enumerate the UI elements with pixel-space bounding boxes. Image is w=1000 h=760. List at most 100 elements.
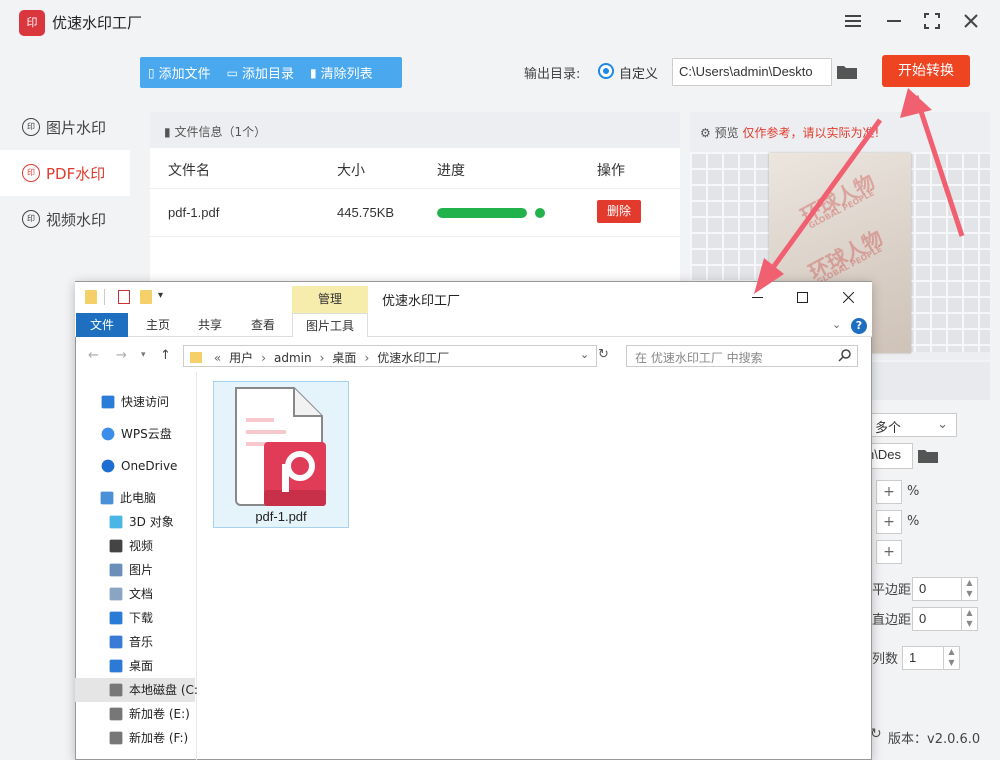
add-folder-button[interactable]: ▭ 添加目录: [219, 57, 302, 88]
watermark-icon: 印: [22, 118, 40, 136]
folder-icon[interactable]: [918, 448, 938, 463]
h-margin-label: 平边距: [872, 583, 912, 598]
tab-picture-tools[interactable]: 图片工具: [292, 313, 368, 337]
nav-item-label: OneDrive: [121, 459, 178, 473]
tab-share[interactable]: 共享: [190, 313, 230, 337]
progress-fill: [437, 208, 527, 218]
file-size-cell: 445.75KB: [337, 205, 395, 220]
new-folder-icon[interactable]: [140, 290, 152, 304]
sidebar-item-pdf-watermark[interactable]: 印 PDF水印: [0, 150, 130, 196]
delete-button[interactable]: 删除: [597, 200, 641, 223]
sidebar-item-label: 视频水印: [46, 210, 107, 229]
address-bar[interactable]: « 用户 › admin › 桌面 › 优速水印工厂: [183, 345, 597, 367]
customize-toolbar-icon[interactable]: ▾: [158, 290, 163, 301]
column-header-progress: 进度: [437, 163, 465, 179]
chevron-down-icon[interactable]: ⌄: [580, 348, 589, 361]
back-icon[interactable]: ←: [88, 348, 99, 363]
version-label: 版本：v2.0.6.0: [888, 732, 981, 747]
tab-manage[interactable]: 管理: [292, 286, 368, 313]
increment-button[interactable]: +: [876, 480, 902, 504]
nav-item-label: 此电脑: [120, 491, 157, 505]
maximize-icon[interactable]: [920, 9, 944, 33]
document-icon: ▮: [164, 125, 171, 139]
increment-button[interactable]: +: [876, 540, 902, 564]
watermark-icon: 印: [22, 164, 40, 182]
add-folder-label: 添加目录: [241, 67, 294, 82]
close-icon[interactable]: [959, 9, 983, 33]
breadcrumb-item[interactable]: 桌面: [332, 351, 356, 365]
tab-view[interactable]: 查看: [243, 313, 283, 337]
nav-item[interactable]: 文档: [108, 582, 153, 606]
breadcrumb-overflow[interactable]: «: [214, 351, 221, 365]
sidebar-item-image-watermark[interactable]: 印 图片水印: [0, 104, 130, 150]
trash-icon: ▮: [309, 65, 317, 80]
divider: [104, 289, 105, 305]
breadcrumb-item[interactable]: 用户: [229, 351, 253, 365]
add-file-button[interactable]: ▯ 添加文件: [140, 57, 219, 88]
nav-item[interactable]: 视频: [108, 534, 153, 558]
tab-home[interactable]: 主页: [138, 313, 178, 337]
percent-unit: %: [907, 514, 920, 529]
minimize-icon[interactable]: [882, 9, 906, 33]
add-file-label: 添加文件: [158, 67, 211, 82]
drive-icon: [109, 731, 123, 745]
search-input[interactable]: 在 优速水印工厂 中搜索: [626, 345, 858, 367]
check-icon: [535, 208, 545, 218]
nav-item-label: 音乐: [129, 635, 154, 649]
menu-icon[interactable]: [841, 9, 865, 33]
nav-item-label: 桌面: [129, 659, 154, 673]
nav-item[interactable]: 此电脑: [99, 486, 156, 510]
nav-item[interactable]: 图片: [108, 558, 153, 582]
spin-buttons[interactable]: ▲ ▼: [961, 577, 977, 601]
forward-icon[interactable]: →: [116, 348, 127, 363]
file-list-header: ▮ 文件信息（1个）: [150, 112, 680, 148]
nav-item[interactable]: 本地磁盘 (C:: [108, 678, 198, 702]
sidebar-item-label: 图片水印: [46, 118, 107, 137]
folder-icon[interactable]: [837, 64, 857, 79]
drive-icon: [109, 707, 123, 721]
nav-item[interactable]: 下载: [108, 606, 153, 630]
nav-item[interactable]: 新加卷 (F:): [108, 726, 188, 750]
output-dir-label: 输出目录:: [524, 67, 581, 82]
breadcrumb-item[interactable]: 优速水印工厂: [377, 351, 449, 365]
nav-item[interactable]: OneDrive: [100, 454, 177, 478]
tab-file[interactable]: 文件: [76, 313, 128, 337]
clear-list-button[interactable]: ▮ 清除列表: [302, 57, 381, 88]
chevron-down-icon[interactable]: ⌄: [832, 318, 841, 331]
nav-item[interactable]: 音乐: [108, 630, 153, 654]
count-select[interactable]: 多个 ⌄: [868, 413, 957, 437]
up-icon[interactable]: ↑: [160, 348, 171, 363]
chevron-right-icon: ›: [364, 351, 370, 365]
spin-buttons[interactable]: ▲ ▼: [943, 646, 959, 670]
app-logo: 印: [19, 10, 45, 36]
nav-item[interactable]: WPS云盘: [100, 422, 172, 446]
file-tile[interactable]: [213, 381, 349, 528]
nav-item[interactable]: 3D 对象: [108, 510, 174, 534]
increment-button[interactable]: +: [876, 510, 902, 534]
table-divider: [150, 236, 680, 237]
help-icon[interactable]: ?: [851, 318, 867, 334]
recent-locations-icon[interactable]: ▾: [141, 350, 146, 360]
cloud-icon: [101, 427, 115, 441]
custom-output-radio[interactable]: [598, 63, 614, 79]
refresh-icon[interactable]: ↻: [598, 347, 609, 362]
annotation-arrows: [754, 88, 965, 294]
desktop-icon: [109, 659, 123, 673]
pdf-file-icon: [235, 387, 326, 506]
nav-item[interactable]: 桌面: [108, 654, 153, 678]
sidebar-item-video-watermark[interactable]: 印 视频水印: [0, 196, 130, 242]
nav-item[interactable]: 新加卷 (E:): [108, 702, 190, 726]
nav-item[interactable]: 快速访问: [100, 390, 169, 414]
columns-label: 列数: [872, 652, 899, 667]
file-name-cell: pdf-1.pdf: [168, 205, 220, 220]
table-divider: [150, 188, 680, 189]
nav-item-label: WPS云盘: [121, 427, 172, 441]
spin-buttons[interactable]: ▲ ▼: [961, 607, 977, 631]
nav-item-label: 图片: [129, 563, 154, 577]
sidebar-item-label: PDF水印: [46, 164, 106, 183]
properties-icon[interactable]: [118, 290, 130, 304]
breadcrumb-item[interactable]: admin: [274, 351, 312, 365]
nav-item-label: 快速访问: [121, 395, 170, 409]
column-header-name: 文件名: [168, 163, 210, 179]
video-icon: [109, 539, 123, 553]
